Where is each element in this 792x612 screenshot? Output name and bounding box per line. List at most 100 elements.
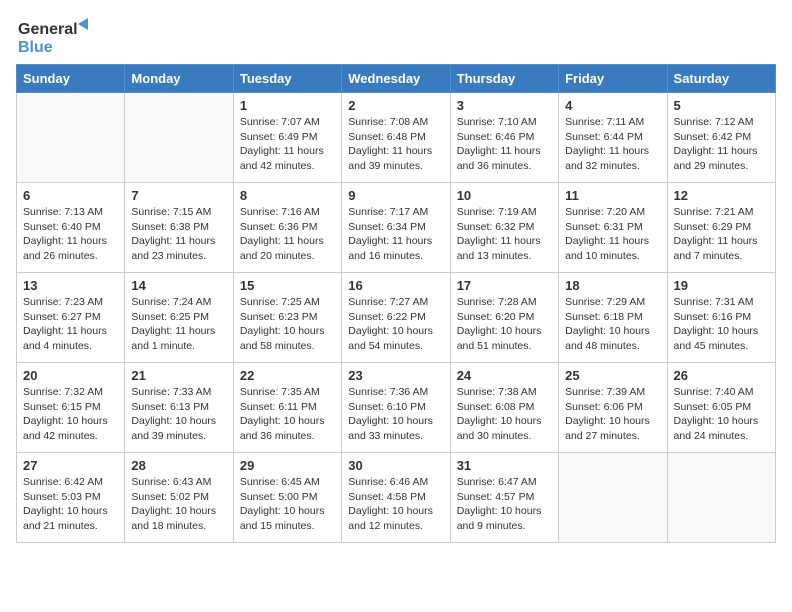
day-number: 7 [131, 188, 226, 203]
day-detail: Sunrise: 7:40 AM Sunset: 6:05 PM Dayligh… [674, 385, 769, 444]
day-number: 5 [674, 98, 769, 113]
day-number: 3 [457, 98, 552, 113]
day-number: 29 [240, 458, 335, 473]
day-detail: Sunrise: 6:47 AM Sunset: 4:57 PM Dayligh… [457, 475, 552, 534]
page-header: GeneralBlue [16, 16, 776, 56]
calendar-cell [17, 93, 125, 183]
day-number: 16 [348, 278, 443, 293]
calendar-cell: 5 Sunrise: 7:12 AM Sunset: 6:42 PM Daylig… [667, 93, 775, 183]
day-detail: Sunrise: 6:43 AM Sunset: 5:02 PM Dayligh… [131, 475, 226, 534]
day-detail: Sunrise: 6:42 AM Sunset: 5:03 PM Dayligh… [23, 475, 118, 534]
day-number: 24 [457, 368, 552, 383]
week-row-2: 6Sunrise: 7:13 AM Sunset: 6:40 PM Daylig… [17, 183, 776, 273]
day-detail: Sunrise: 7:19 AM Sunset: 6:32 PM Dayligh… [457, 205, 552, 264]
header-tuesday: Tuesday [233, 65, 341, 93]
day-detail: Sunrise: 7:28 AM Sunset: 6:20 PM Dayligh… [457, 295, 552, 354]
calendar-cell: 4Sunrise: 7:11 AM Sunset: 6:44 PM Daylig… [559, 93, 667, 183]
calendar-cell: 16 Sunrise: 7:27 AM Sunset: 6:22 PM Dayli… [342, 273, 450, 363]
day-detail: Sunrise: 6:46 AM Sunset: 4:58 PM Dayligh… [348, 475, 443, 534]
day-detail: Sunrise: 7:21 AM Sunset: 6:29 PM Dayligh… [674, 205, 769, 264]
day-detail: Sunrise: 7:35 AM Sunset: 6:11 PM Dayligh… [240, 385, 335, 444]
header-friday: Friday [559, 65, 667, 93]
day-number: 28 [131, 458, 226, 473]
day-detail: Sunrise: 6:45 AM Sunset: 5:00 PM Dayligh… [240, 475, 335, 534]
calendar-cell: 28 Sunrise: 6:43 AM Sunset: 5:02 PM Dayli… [125, 453, 233, 543]
day-number: 14 [131, 278, 226, 293]
day-number: 25 [565, 368, 660, 383]
day-number: 9 [348, 188, 443, 203]
day-number: 1 [240, 98, 335, 113]
calendar-cell: 9 Sunrise: 7:17 AM Sunset: 6:34 PM Daylig… [342, 183, 450, 273]
day-detail: Sunrise: 7:27 AM Sunset: 6:22 PM Dayligh… [348, 295, 443, 354]
logo: GeneralBlue [16, 16, 96, 56]
calendar-cell: 6Sunrise: 7:13 AM Sunset: 6:40 PM Daylig… [17, 183, 125, 273]
week-row-1: 1 Sunrise: 7:07 AM Sunset: 6:49 PM Daylig… [17, 93, 776, 183]
week-row-5: 27 Sunrise: 6:42 AM Sunset: 5:03 PM Dayli… [17, 453, 776, 543]
day-number: 17 [457, 278, 552, 293]
calendar-cell: 27 Sunrise: 6:42 AM Sunset: 5:03 PM Dayli… [17, 453, 125, 543]
day-number: 20 [23, 368, 118, 383]
day-number: 13 [23, 278, 118, 293]
day-detail: Sunrise: 7:16 AM Sunset: 6:36 PM Dayligh… [240, 205, 335, 264]
calendar-cell: 26 Sunrise: 7:40 AM Sunset: 6:05 PM Dayli… [667, 363, 775, 453]
day-detail: Sunrise: 7:36 AM Sunset: 6:10 PM Dayligh… [348, 385, 443, 444]
calendar-cell: 13 Sunrise: 7:23 AM Sunset: 6:27 PM Dayli… [17, 273, 125, 363]
calendar-cell: 24Sunrise: 7:38 AM Sunset: 6:08 PM Dayli… [450, 363, 558, 453]
calendar-cell: 15Sunrise: 7:25 AM Sunset: 6:23 PM Dayli… [233, 273, 341, 363]
calendar-cell: 10 Sunrise: 7:19 AM Sunset: 6:32 PM Dayli… [450, 183, 558, 273]
calendar-cell: 17 Sunrise: 7:28 AM Sunset: 6:20 PM Dayli… [450, 273, 558, 363]
week-row-4: 20 Sunrise: 7:32 AM Sunset: 6:15 PM Dayli… [17, 363, 776, 453]
day-detail: Sunrise: 7:12 AM Sunset: 6:42 PM Dayligh… [674, 115, 769, 174]
day-detail: Sunrise: 7:33 AM Sunset: 6:13 PM Dayligh… [131, 385, 226, 444]
day-number: 23 [348, 368, 443, 383]
header-monday: Monday [125, 65, 233, 93]
day-detail: Sunrise: 7:08 AM Sunset: 6:48 PM Dayligh… [348, 115, 443, 174]
calendar-cell: 20 Sunrise: 7:32 AM Sunset: 6:15 PM Dayli… [17, 363, 125, 453]
header-wednesday: Wednesday [342, 65, 450, 93]
day-detail: Sunrise: 7:24 AM Sunset: 6:25 PM Dayligh… [131, 295, 226, 354]
day-number: 22 [240, 368, 335, 383]
week-row-3: 13 Sunrise: 7:23 AM Sunset: 6:27 PM Dayli… [17, 273, 776, 363]
calendar-cell [125, 93, 233, 183]
day-number: 19 [674, 278, 769, 293]
calendar-cell: 22 Sunrise: 7:35 AM Sunset: 6:11 PM Dayli… [233, 363, 341, 453]
calendar-cell: 19Sunrise: 7:31 AM Sunset: 6:16 PM Dayli… [667, 273, 775, 363]
calendar-cell [667, 453, 775, 543]
calendar-cell: 8Sunrise: 7:16 AM Sunset: 6:36 PM Daylig… [233, 183, 341, 273]
calendar-cell: 23 Sunrise: 7:36 AM Sunset: 6:10 PM Dayli… [342, 363, 450, 453]
day-detail: Sunrise: 7:11 AM Sunset: 6:44 PM Dayligh… [565, 115, 660, 174]
calendar-cell: 14 Sunrise: 7:24 AM Sunset: 6:25 PM Dayli… [125, 273, 233, 363]
svg-text:Blue: Blue [18, 39, 53, 56]
calendar-cell: 21Sunrise: 7:33 AM Sunset: 6:13 PM Dayli… [125, 363, 233, 453]
day-detail: Sunrise: 7:13 AM Sunset: 6:40 PM Dayligh… [23, 205, 118, 264]
calendar-cell: 18 Sunrise: 7:29 AM Sunset: 6:18 PM Dayli… [559, 273, 667, 363]
day-number: 26 [674, 368, 769, 383]
calendar-cell: 1 Sunrise: 7:07 AM Sunset: 6:49 PM Daylig… [233, 93, 341, 183]
day-number: 10 [457, 188, 552, 203]
day-number: 15 [240, 278, 335, 293]
calendar-cell: 3Sunrise: 7:10 AM Sunset: 6:46 PM Daylig… [450, 93, 558, 183]
calendar-cell: 2 Sunrise: 7:08 AM Sunset: 6:48 PM Daylig… [342, 93, 450, 183]
calendar-cell: 12Sunrise: 7:21 AM Sunset: 6:29 PM Dayli… [667, 183, 775, 273]
svg-text:General: General [18, 21, 78, 38]
day-detail: Sunrise: 7:17 AM Sunset: 6:34 PM Dayligh… [348, 205, 443, 264]
day-detail: Sunrise: 7:07 AM Sunset: 6:49 PM Dayligh… [240, 115, 335, 174]
calendar-cell [559, 453, 667, 543]
calendar-cell: 11 Sunrise: 7:20 AM Sunset: 6:31 PM Dayli… [559, 183, 667, 273]
day-number: 27 [23, 458, 118, 473]
day-number: 30 [348, 458, 443, 473]
header-thursday: Thursday [450, 65, 558, 93]
day-detail: Sunrise: 7:39 AM Sunset: 6:06 PM Dayligh… [565, 385, 660, 444]
day-number: 18 [565, 278, 660, 293]
calendar-cell: 7Sunrise: 7:15 AM Sunset: 6:38 PM Daylig… [125, 183, 233, 273]
day-detail: Sunrise: 7:23 AM Sunset: 6:27 PM Dayligh… [23, 295, 118, 354]
day-detail: Sunrise: 7:20 AM Sunset: 6:31 PM Dayligh… [565, 205, 660, 264]
day-number: 11 [565, 188, 660, 203]
calendar-cell: 29 Sunrise: 6:45 AM Sunset: 5:00 PM Dayli… [233, 453, 341, 543]
calendar-cell: 31Sunrise: 6:47 AM Sunset: 4:57 PM Dayli… [450, 453, 558, 543]
calendar-table: SundayMondayTuesdayWednesdayThursdayFrid… [16, 64, 776, 543]
day-number: 2 [348, 98, 443, 113]
header-saturday: Saturday [667, 65, 775, 93]
day-detail: Sunrise: 7:32 AM Sunset: 6:15 PM Dayligh… [23, 385, 118, 444]
day-detail: Sunrise: 7:29 AM Sunset: 6:18 PM Dayligh… [565, 295, 660, 354]
